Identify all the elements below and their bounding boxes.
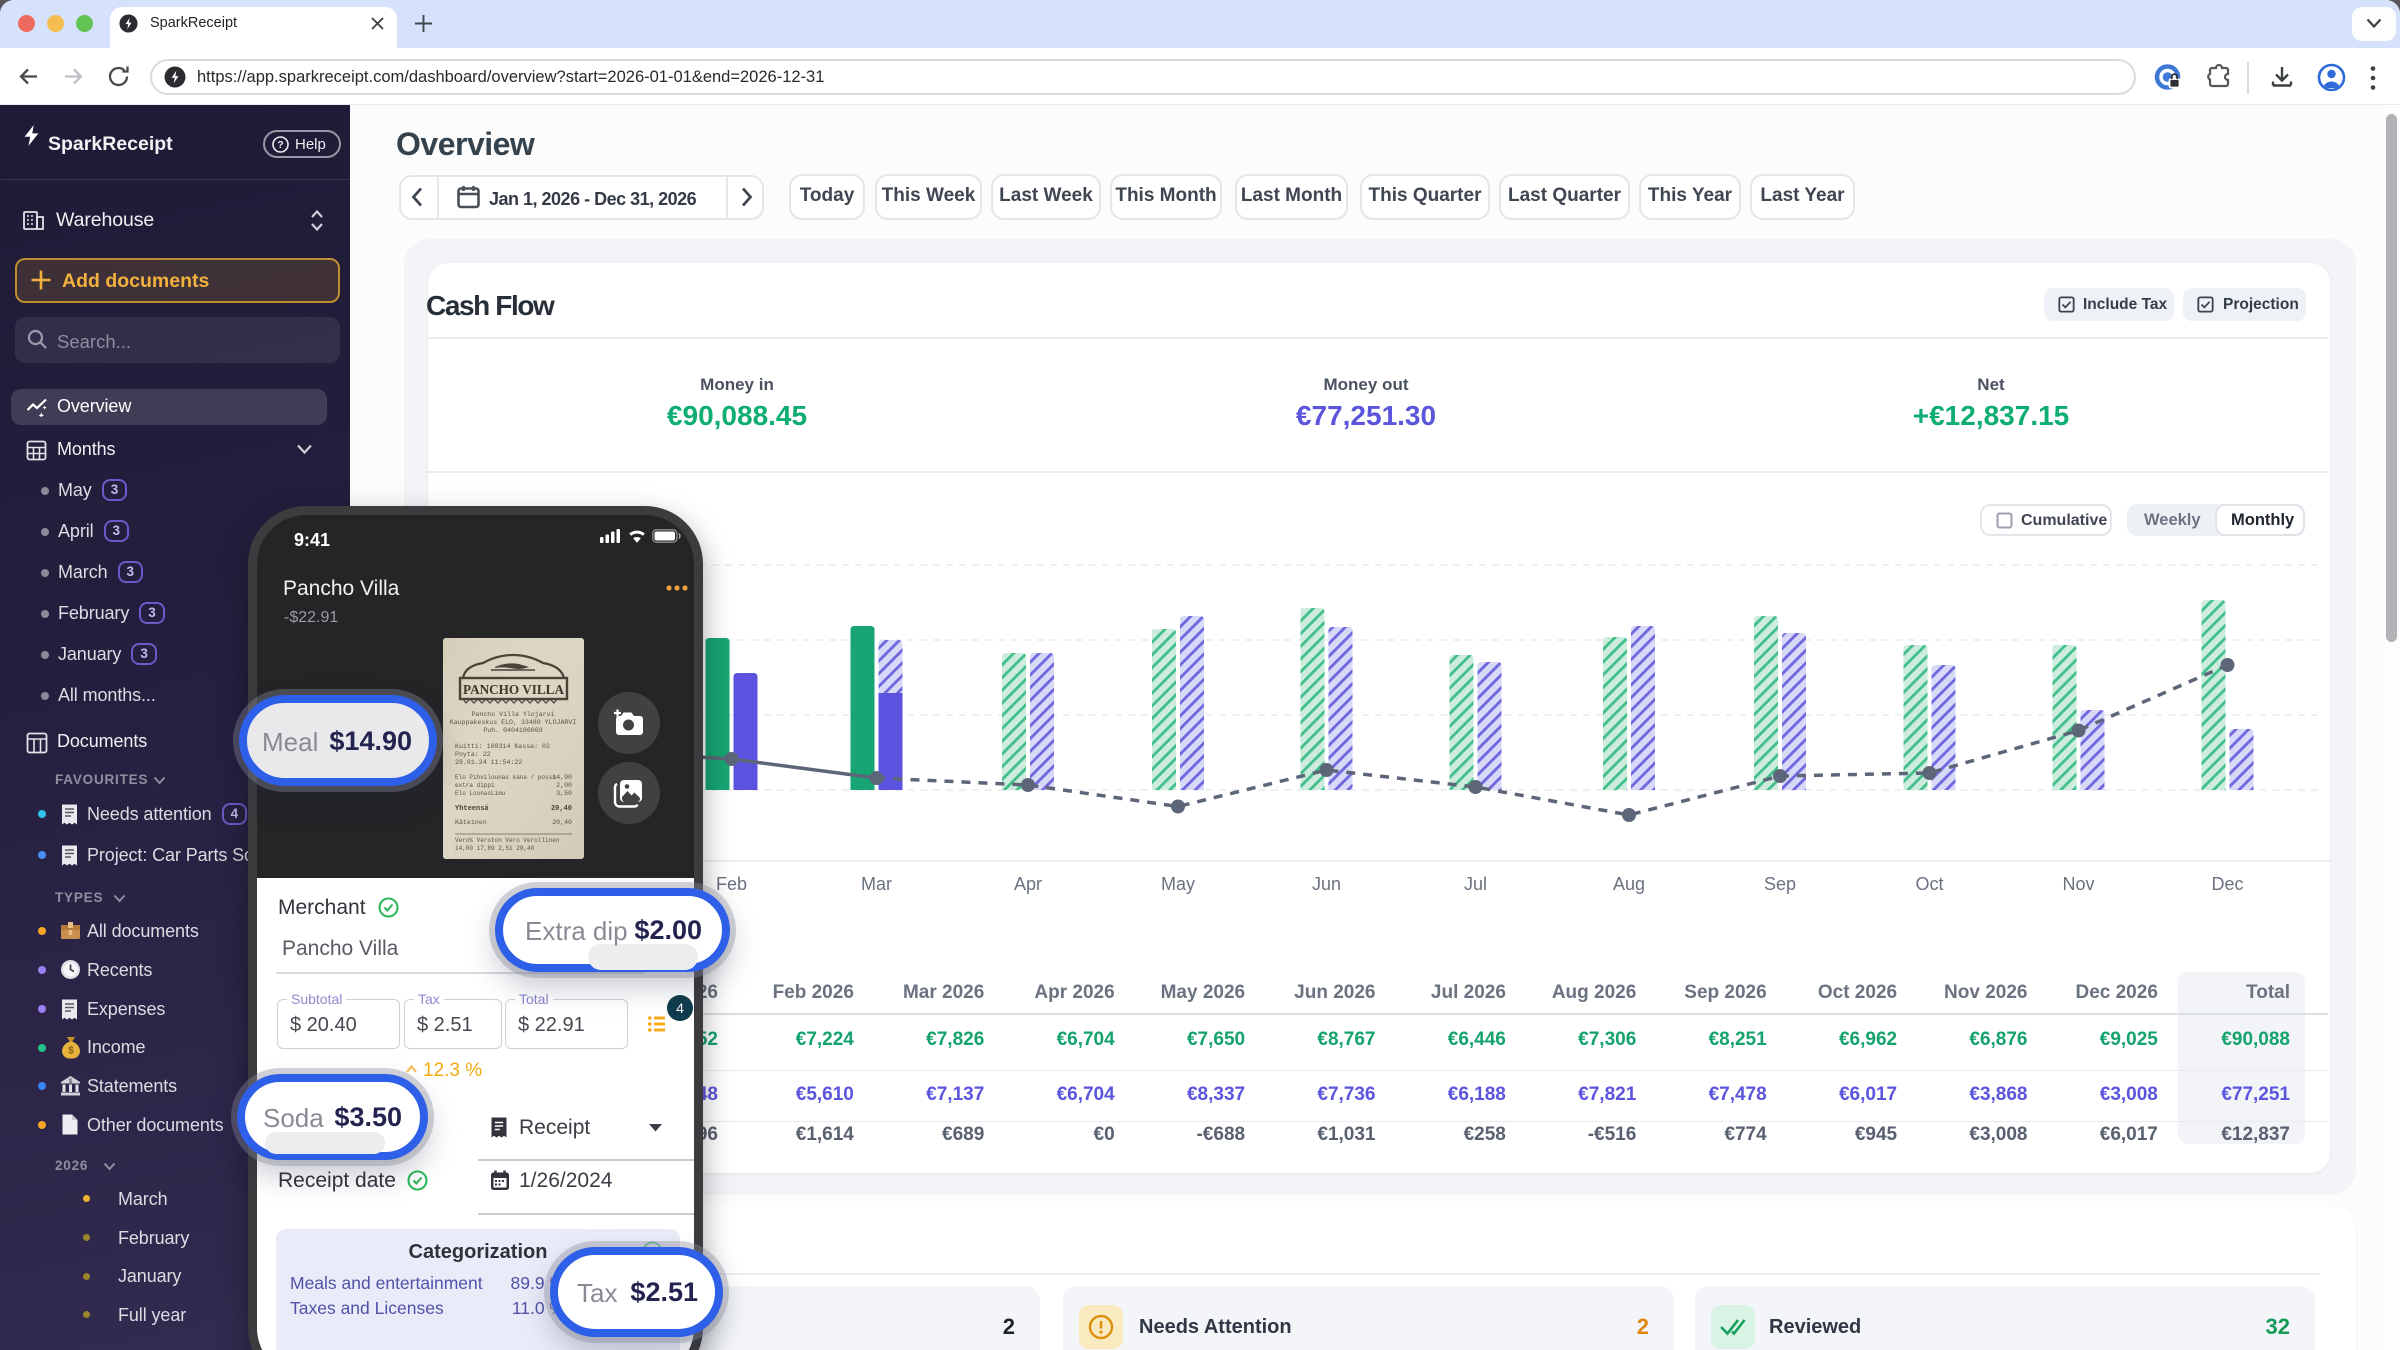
svg-text:extra dippi: extra dippi — [455, 782, 495, 789]
svg-text:Kuitti: 108314 Kassa: 02: Kuitti: 108314 Kassa: 02 — [455, 743, 550, 750]
svg-text:Yhteensä: Yhteensä — [455, 805, 489, 813]
svg-text:Kauppakeskus ELO, 33480 YLOJAR: Kauppakeskus ELO, 33480 YLOJARVI — [450, 719, 577, 726]
svg-text:Dec: Dec — [2211, 874, 2243, 894]
svg-text:28.01.24 11:54:22: 28.01.24 11:54:22 — [455, 759, 522, 766]
svg-text:?: ? — [277, 139, 283, 151]
svg-text:14,00 17,89 2,51 20,: 14,00 17,89 2,51 20,40 — [455, 845, 535, 852]
svg-text:Poyta: 22: Poyta: 22 — [455, 751, 491, 758]
svg-text:20,40: 20,40 — [552, 819, 572, 826]
svg-text:3,50: 3,50 — [556, 790, 572, 797]
svg-text:Oct: Oct — [1915, 874, 1943, 894]
svg-text:Vero% Veroton Vero Verolli: Vero% Veroton Vero Verollinen — [455, 837, 560, 844]
svg-text:Mar: Mar — [861, 874, 892, 894]
svg-text:May: May — [1161, 874, 1195, 894]
svg-text:$: $ — [69, 1078, 73, 1085]
svg-text:Käteinen: Käteinen — [455, 819, 487, 826]
svg-text:Puh. 0404186069: Puh. 0404186069 — [483, 727, 542, 734]
svg-text:Pancho Villa Ylojarvi: Pancho Villa Ylojarvi — [471, 711, 554, 718]
svg-text:Elo LounasLimu: Elo LounasLimu — [455, 790, 506, 797]
svg-text:20,40: 20,40 — [551, 805, 572, 813]
svg-text:2,00: 2,00 — [556, 782, 572, 789]
svg-text:$: $ — [68, 1046, 74, 1057]
svg-text:Jul: Jul — [1464, 874, 1487, 894]
svg-text:14,90: 14,90 — [552, 774, 572, 781]
svg-text:Elo Pihvilounas kana / possu: Elo Pihvilounas kana / possu — [455, 774, 556, 781]
svg-text:Feb: Feb — [716, 874, 747, 894]
svg-text:Aug: Aug — [1613, 874, 1645, 894]
svg-text:PANCHO VILLA: PANCHO VILLA — [463, 682, 564, 697]
svg-text:Sep: Sep — [1764, 874, 1796, 894]
svg-text:Nov: Nov — [2062, 874, 2094, 894]
svg-text:Apr: Apr — [1014, 874, 1042, 894]
svg-text:Jun: Jun — [1312, 874, 1341, 894]
